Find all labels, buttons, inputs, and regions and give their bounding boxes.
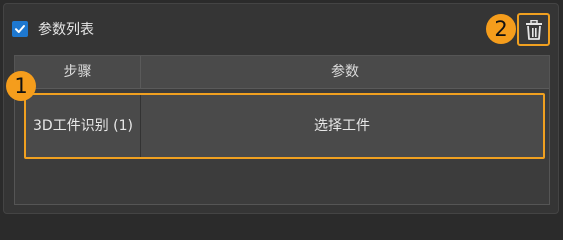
parameter-list-checkbox[interactable] bbox=[12, 21, 28, 37]
step-cell[interactable]: 3D工件识别 (1) bbox=[26, 95, 141, 157]
steps-table: 步骤 参数 3D工件识别 (1) 选择工件 bbox=[14, 55, 550, 205]
table-row[interactable]: 3D工件识别 (1) 选择工件 bbox=[24, 93, 545, 159]
parameter-list-header: 参数列表 bbox=[12, 18, 94, 40]
parameter-list-title: 参数列表 bbox=[38, 22, 94, 38]
callout-2: 2 bbox=[486, 14, 516, 44]
callout-1: 1 bbox=[6, 71, 36, 101]
trash-icon bbox=[525, 19, 542, 40]
table-header: 步骤 参数 bbox=[15, 56, 549, 89]
param-cell[interactable]: 选择工件 bbox=[141, 95, 543, 157]
check-icon bbox=[15, 25, 25, 33]
column-header-param[interactable]: 参数 bbox=[141, 56, 549, 89]
delete-button[interactable] bbox=[517, 13, 550, 46]
